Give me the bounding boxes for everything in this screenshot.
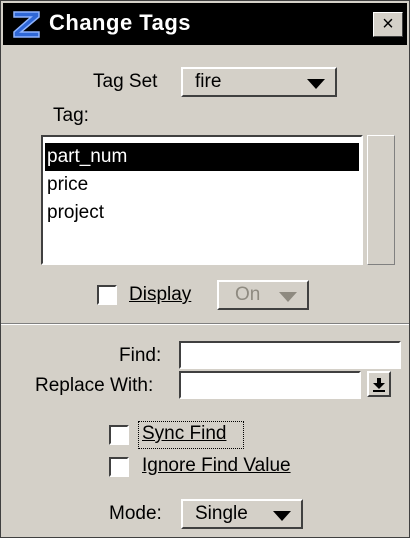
- list-item[interactable]: project: [45, 199, 359, 227]
- title-bar[interactable]: Change Tags ×: [3, 3, 407, 45]
- mode-label: Mode:: [109, 503, 162, 524]
- ignore-find-value-checkbox[interactable]: [109, 457, 129, 477]
- section-divider: [1, 323, 409, 325]
- chevron-down-icon: [273, 511, 291, 521]
- change-tags-dialog: Change Tags × Tag Set fire Tag: part_num…: [0, 0, 410, 538]
- list-item[interactable]: price: [45, 171, 359, 199]
- tag-set-value: fire: [195, 71, 222, 92]
- display-checkbox[interactable]: [97, 285, 117, 305]
- display-value: On: [235, 284, 261, 305]
- find-label: Find:: [119, 345, 162, 366]
- sync-find-label: Sync Find: [142, 423, 227, 444]
- chevron-down-icon: [279, 292, 297, 302]
- display-dropdown: On: [217, 280, 309, 310]
- tag-list-scrollbar[interactable]: [367, 135, 395, 265]
- chevron-down-icon: [307, 79, 325, 89]
- window-title: Change Tags: [49, 10, 192, 35]
- ignore-find-value-label: Ignore Find Value: [142, 455, 291, 476]
- tag-set-label: Tag Set: [93, 71, 158, 92]
- display-label: Display: [129, 284, 192, 305]
- tag-set-dropdown[interactable]: fire: [181, 67, 337, 97]
- close-button[interactable]: ×: [373, 12, 403, 37]
- arrow-down-to-line-icon: [373, 378, 385, 392]
- tag-label: Tag:: [53, 105, 89, 126]
- find-input[interactable]: [179, 341, 401, 369]
- mode-value: Single: [195, 503, 248, 524]
- list-item[interactable]: part_num: [45, 143, 359, 171]
- sync-find-checkbox[interactable]: [109, 425, 129, 445]
- replace-with-label: Replace With:: [35, 375, 154, 396]
- replace-with-input[interactable]: [179, 371, 361, 399]
- close-icon: ×: [382, 13, 394, 35]
- tag-listbox[interactable]: part_num price project: [41, 135, 363, 265]
- microstation-logo-icon: [13, 11, 40, 38]
- replace-history-button[interactable]: [367, 371, 391, 397]
- mode-dropdown[interactable]: Single: [181, 499, 303, 529]
